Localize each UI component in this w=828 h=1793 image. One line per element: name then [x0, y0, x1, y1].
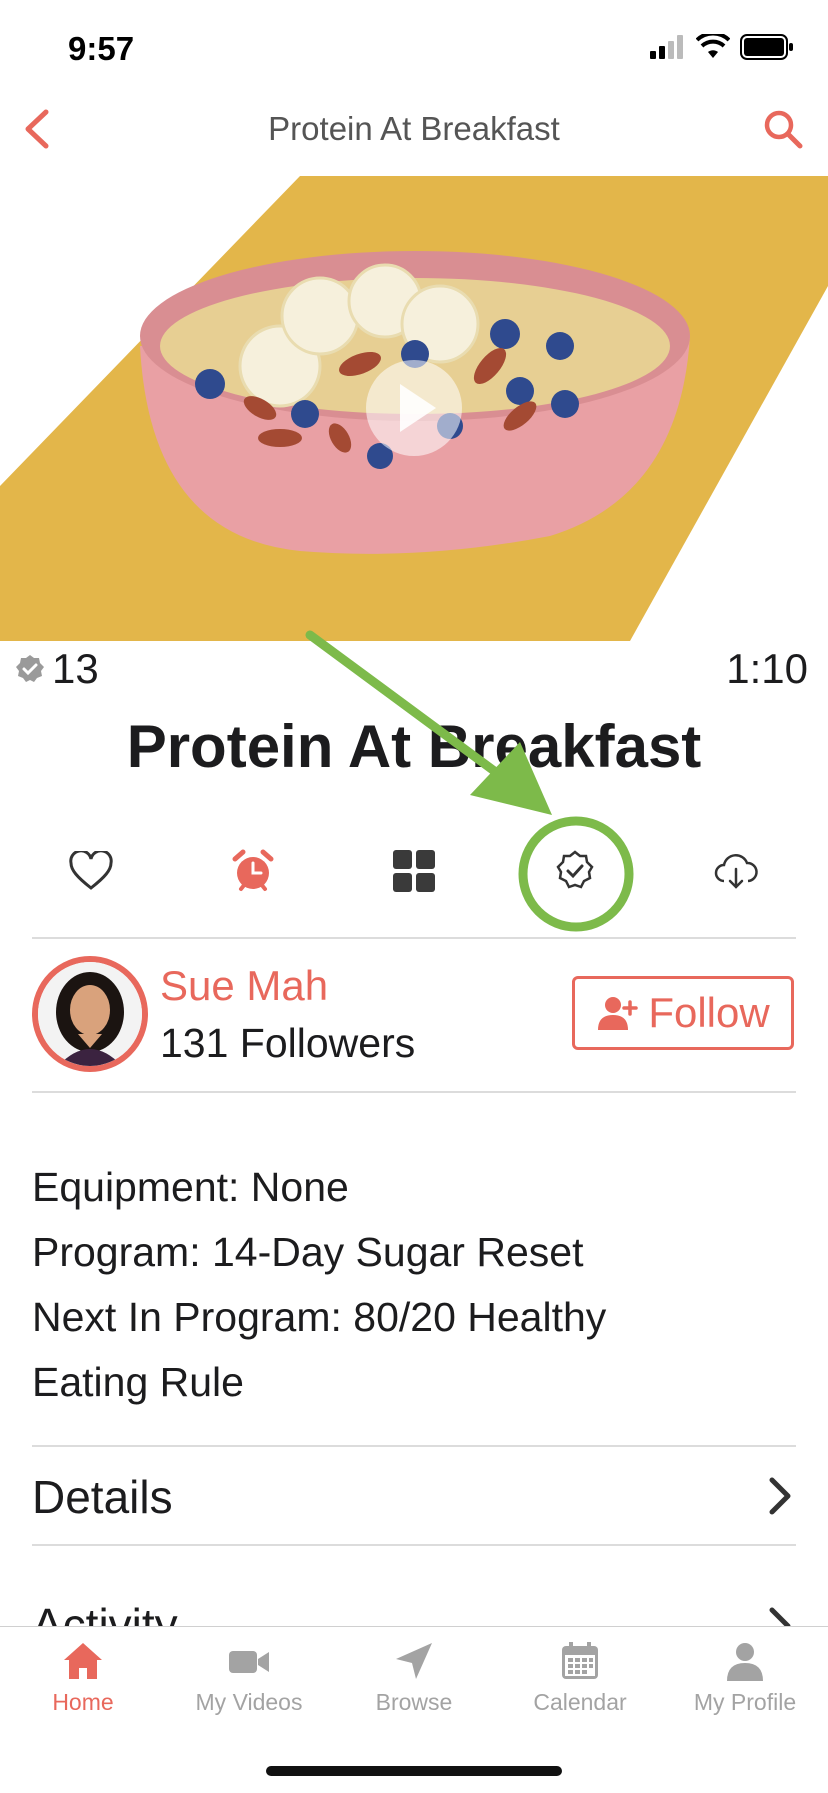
tab-browse[interactable]: Browse — [331, 1641, 497, 1731]
tab-home[interactable]: Home — [0, 1641, 166, 1731]
details-row[interactable]: Details — [0, 1446, 828, 1544]
add-person-icon — [598, 997, 639, 1030]
search-icon[interactable] — [760, 106, 806, 152]
favorite-button[interactable] — [58, 838, 124, 904]
follower-count: 131 Followers — [160, 1020, 416, 1066]
grid-icon — [393, 850, 435, 892]
playlist-button[interactable] — [381, 838, 447, 904]
chevron-right-icon — [769, 1607, 791, 1626]
tab-my-profile-label: My Profile — [693, 1689, 797, 1715]
details-label: Details — [32, 1471, 173, 1523]
divider — [32, 937, 796, 939]
tab-calendar[interactable]: Calendar — [497, 1641, 663, 1731]
divider — [32, 1091, 796, 1093]
calendar-icon — [562, 1642, 598, 1679]
completion-count-value: 13 — [52, 645, 99, 692]
nav-title: Protein At Breakfast — [268, 110, 560, 147]
next-in-program-text-cont[interactable]: Eating Rule — [32, 1359, 244, 1406]
alarm-clock-icon — [232, 849, 274, 891]
chevron-right-icon — [769, 1477, 791, 1515]
person-icon — [727, 1643, 763, 1681]
video-title: Protein At Breakfast — [126, 713, 702, 780]
status-icons — [650, 34, 794, 60]
tab-browse-label: Browse — [375, 1689, 453, 1715]
navigation-arrow-icon — [396, 1643, 432, 1679]
activity-label: Activity — [32, 1599, 178, 1626]
oatmeal-bowl-illustration — [0, 176, 828, 641]
tab-my-profile[interactable]: My Profile — [662, 1641, 828, 1731]
status-time: 9:57 — [68, 30, 135, 67]
check-badge-icon — [556, 850, 594, 889]
heart-icon — [69, 851, 113, 890]
download-button[interactable] — [703, 838, 769, 904]
cloud-download-icon — [714, 854, 758, 889]
author-photo — [38, 962, 142, 1066]
tab-calendar-label: Calendar — [533, 1689, 627, 1715]
tab-home-label: Home — [52, 1689, 114, 1715]
nav-bar: Protein At Breakfast — [0, 80, 828, 177]
video-duration: 1:10 — [726, 645, 808, 692]
video-camera-icon — [229, 1651, 269, 1673]
tab-my-videos[interactable]: My Videos — [166, 1641, 332, 1731]
author-name[interactable]: Sue Mah — [160, 962, 328, 1010]
activity-row[interactable]: Activity — [0, 1546, 828, 1626]
reminder-button[interactable] — [220, 838, 286, 904]
author-avatar[interactable] — [32, 956, 148, 1072]
next-in-program-text[interactable]: Next In Program: 80/20 Healthy — [32, 1294, 606, 1341]
action-row — [0, 838, 828, 904]
completion-count: 13 — [14, 645, 99, 693]
equipment-text: Equipment: None — [32, 1164, 349, 1210]
home-indicator — [266, 1766, 562, 1776]
tab-my-videos-label: My Videos — [195, 1689, 303, 1715]
follow-button[interactable]: Follow — [572, 976, 794, 1050]
program-text[interactable]: Program: 14-Day Sugar Reset — [32, 1229, 583, 1276]
home-icon — [64, 1643, 102, 1679]
follow-label: Follow — [648, 989, 770, 1036]
mark-complete-button[interactable] — [542, 838, 608, 904]
video-thumbnail[interactable] — [0, 176, 828, 641]
verified-badge-icon — [16, 655, 44, 682]
wifi-icon — [696, 34, 730, 58]
battery-icon — [740, 34, 793, 60]
signal-icon — [650, 35, 683, 59]
